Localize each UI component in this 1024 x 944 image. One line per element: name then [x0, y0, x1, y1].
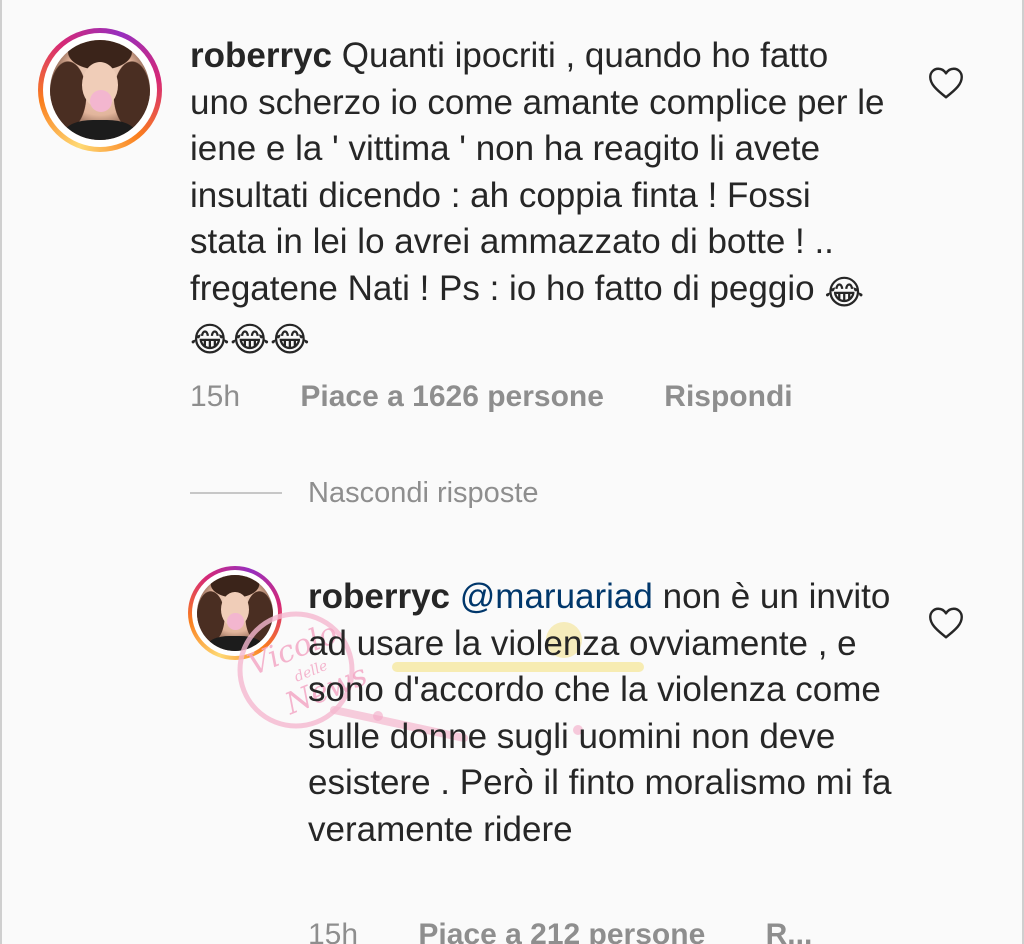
joy-emoji-icon: 😂: [230, 320, 270, 359]
avatar: [50, 40, 150, 140]
reply-button[interactable]: R...: [766, 918, 813, 944]
hide-replies-label: Nascondi risposte: [308, 476, 539, 509]
divider-line: [190, 492, 282, 494]
comment-body: roberryc Quanti ipocriti , quando ho fat…: [190, 33, 890, 360]
reply-time: 15h: [308, 918, 359, 944]
joy-emoji-icon: 😂: [190, 320, 230, 359]
reply-meta: 15h Piace a 212 persone R...: [308, 918, 812, 944]
hide-replies-button[interactable]: Nascondi risposte: [190, 476, 539, 510]
joy-emoji-icon: 😂: [824, 273, 865, 312]
comment-time: 15h: [190, 380, 241, 413]
joy-emoji-icon: 😂: [270, 320, 310, 359]
comments-screen: roberryc Quanti ipocriti , quando ho fat…: [0, 0, 1024, 944]
avatar-story-ring[interactable]: [38, 28, 162, 152]
likes-count-link[interactable]: Piace a 1626 persone: [300, 380, 604, 413]
avatar-story-ring[interactable]: [188, 566, 282, 660]
reply-username[interactable]: roberryc: [308, 577, 450, 616]
likes-count-link[interactable]: Piace a 212 persone: [418, 918, 705, 944]
reply-text: non è un invito ad usare la violenza ovv…: [308, 577, 892, 849]
comment-text: Quanti ipocriti , quando ho fatto uno sc…: [190, 36, 885, 308]
avatar: [197, 575, 273, 651]
comment-meta: 15h Piace a 1626 persone Rispondi: [190, 380, 793, 414]
heart-outline-icon[interactable]: [928, 606, 964, 640]
heart-outline-icon[interactable]: [928, 66, 964, 100]
reply-body: roberryc @maruariad non è un invito ad u…: [308, 574, 908, 853]
comment-username[interactable]: roberryc: [190, 36, 332, 75]
reply-button[interactable]: Rispondi: [664, 380, 792, 413]
mention-link[interactable]: @maruariad: [460, 577, 653, 616]
